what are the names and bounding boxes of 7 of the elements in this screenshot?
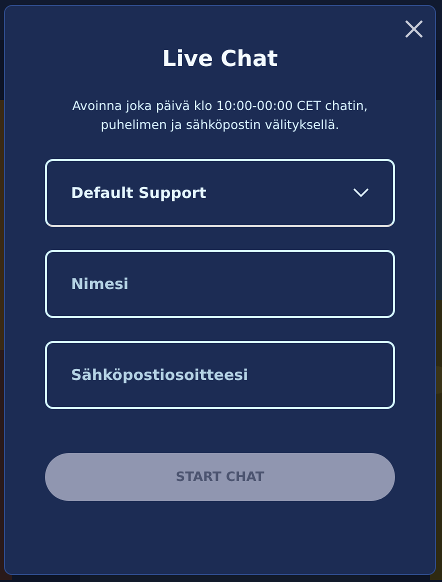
department-dropdown[interactable]: Default Support xyxy=(45,159,395,227)
description: Avoinna joka päivä klo 10:00-00:00 CET chatin, puhelimen ja sähköpostin välityksellä. xyxy=(71,97,369,134)
dialog-title: Live Chat xyxy=(162,46,278,74)
close-icon[interactable] xyxy=(403,18,425,40)
name-field[interactable]: Nimesi xyxy=(45,250,395,318)
email-field[interactable]: Sähköpostiosoitteesi xyxy=(45,341,395,409)
chevron-icon xyxy=(353,188,369,198)
